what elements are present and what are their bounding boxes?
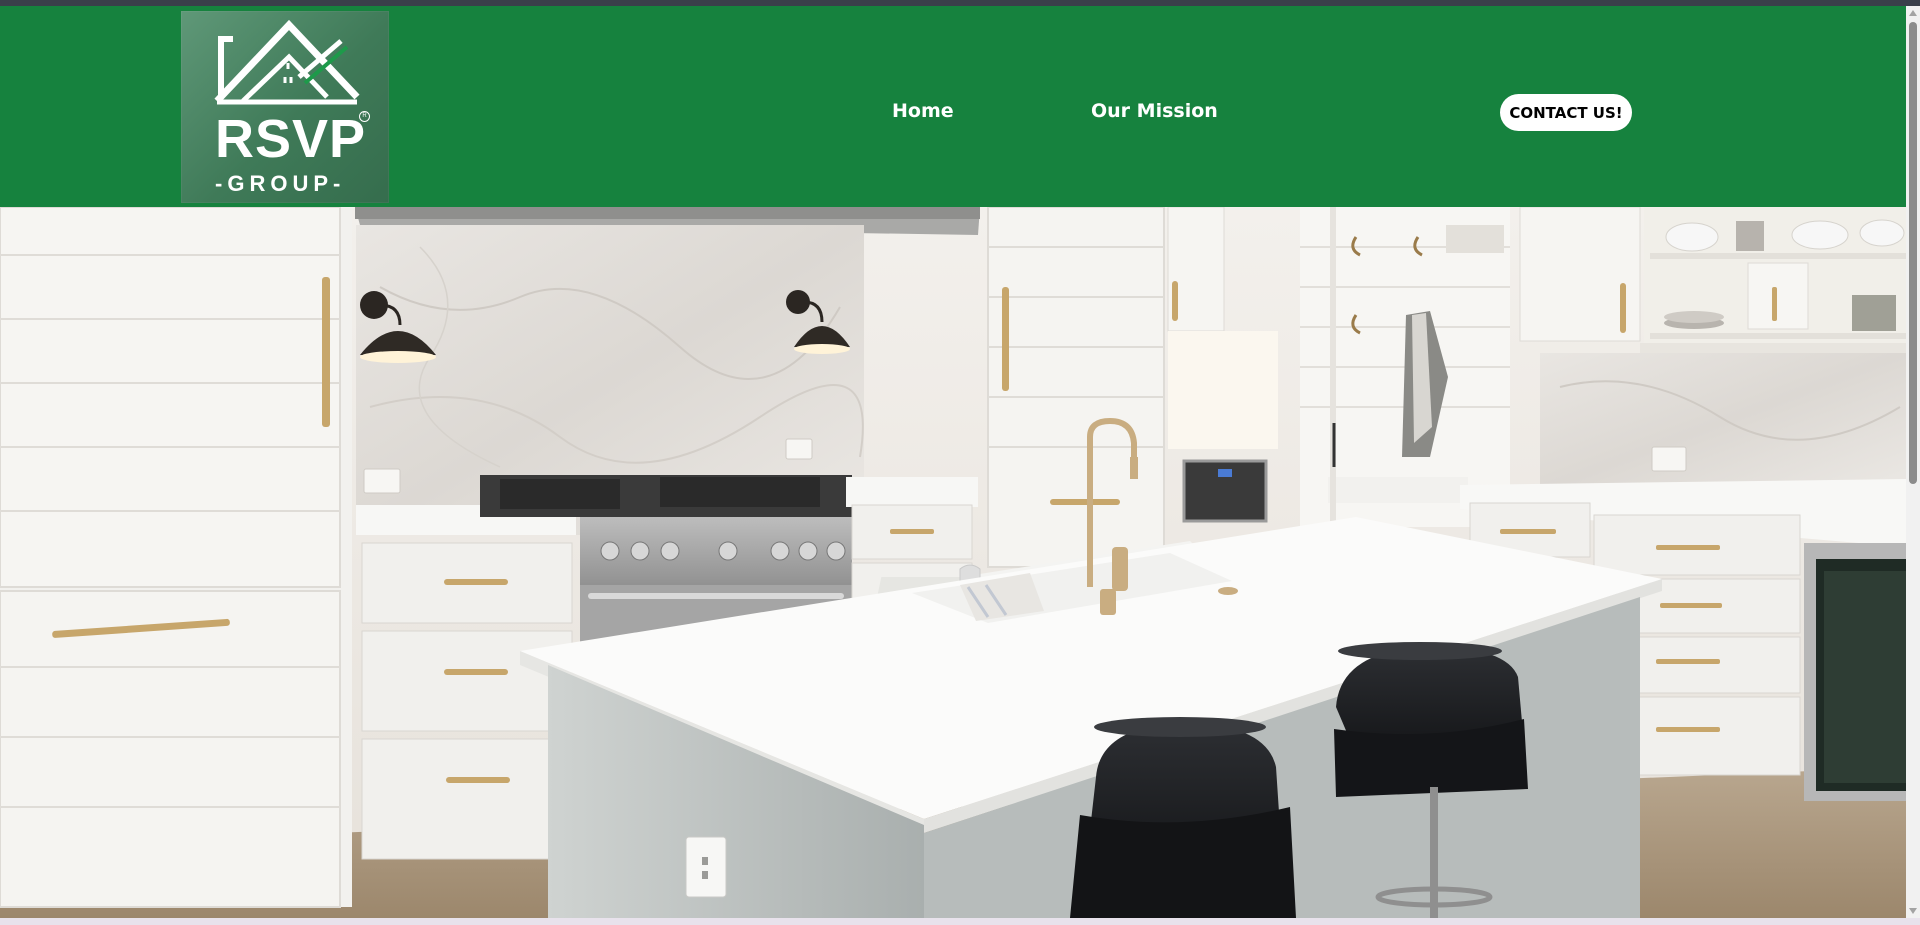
scrollbar-thumb[interactable] — [1909, 22, 1917, 484]
page: RSVP -GROUP- R Home Our Mission CONTACT … — [0, 0, 1920, 925]
window-bottom-strip — [0, 918, 1920, 925]
nav-our-mission-link[interactable]: Our Mission — [1091, 100, 1218, 122]
contact-us-button[interactable]: CONTACT US! — [1500, 94, 1632, 131]
brand-logo[interactable]: RSVP -GROUP- R — [181, 11, 389, 203]
nav-home-link[interactable]: Home — [892, 100, 954, 122]
kitchen-illustration — [0, 207, 1906, 918]
scroll-up-arrow-icon[interactable] — [1909, 10, 1917, 16]
logo-subtitle: -GROUP- — [215, 171, 346, 196]
hero-image — [0, 207, 1906, 918]
registered-mark-icon: R — [359, 111, 370, 122]
site-header: RSVP -GROUP- R Home Our Mission CONTACT … — [0, 6, 1906, 207]
logo-wordmark: RSVP — [215, 109, 367, 169]
scroll-down-arrow-icon[interactable] — [1909, 908, 1917, 914]
vertical-scrollbar[interactable] — [1906, 6, 1920, 918]
